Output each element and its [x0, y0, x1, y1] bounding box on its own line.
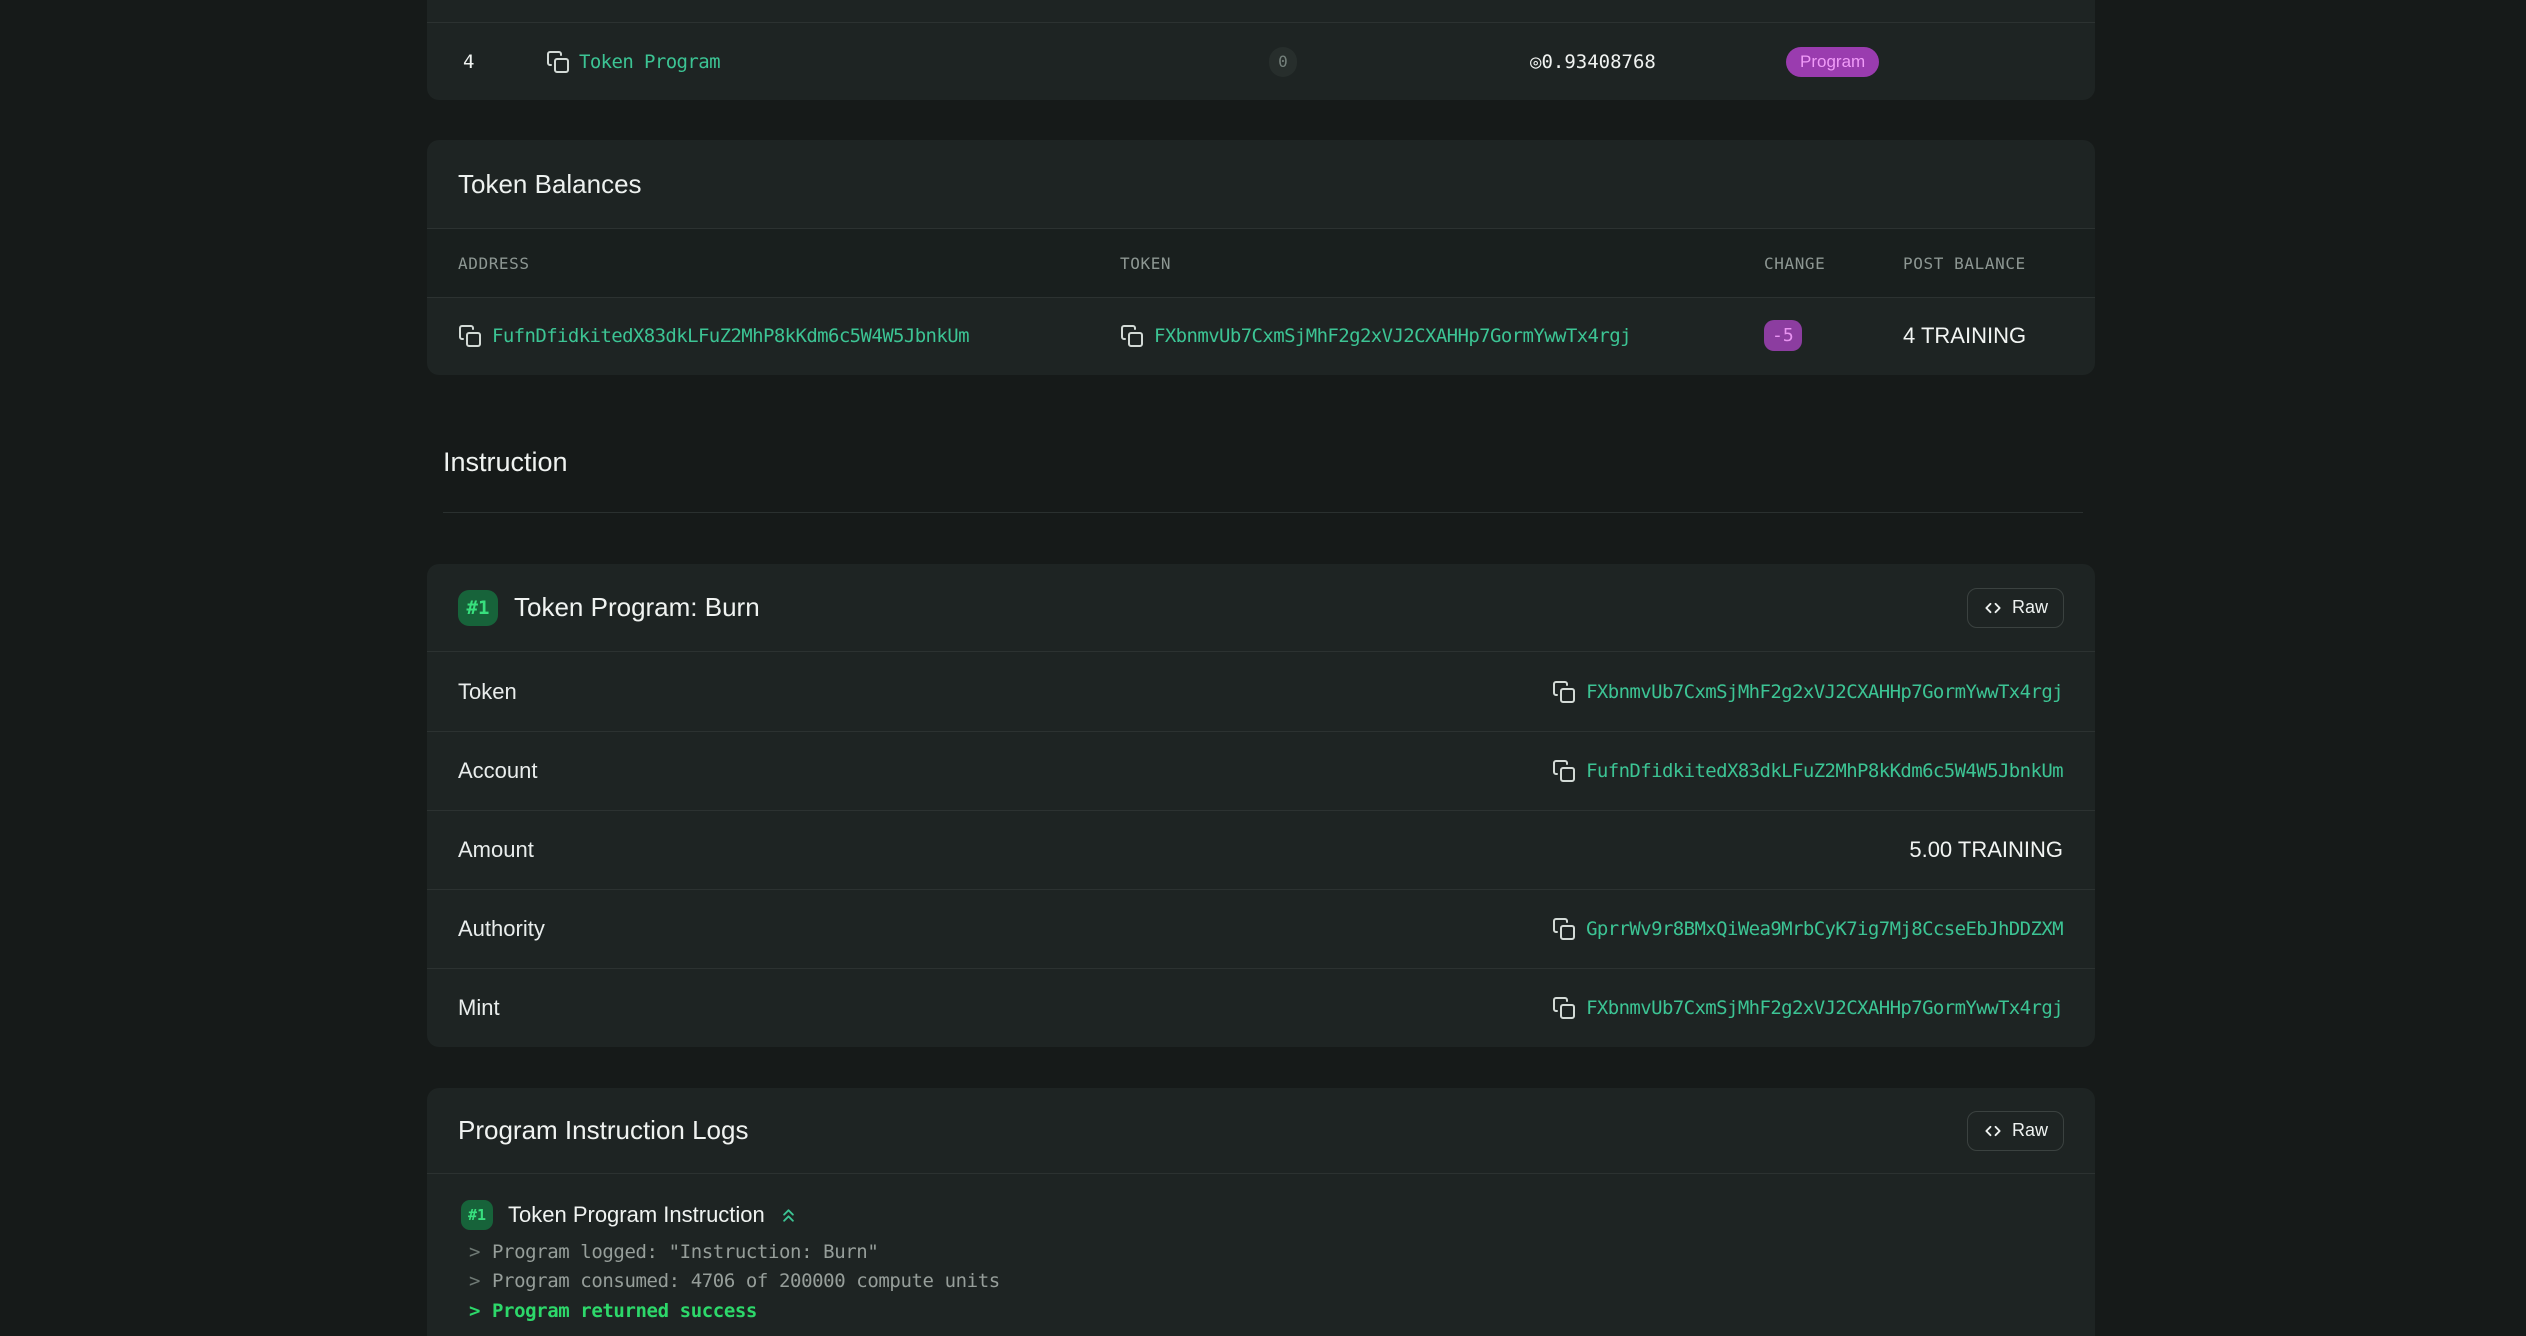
chevrons-up-icon[interactable] — [778, 1205, 799, 1226]
row-label: Account — [458, 758, 538, 783]
raw-toggle-button[interactable]: Raw — [1966, 587, 2064, 628]
program-instruction-logs-card: Program Instruction Logs Raw #1 Token Pr… — [427, 1088, 2095, 1336]
column-header-post-balance: POST BALANCE — [1903, 253, 2026, 273]
token-balances-header: Token Balances — [427, 140, 2095, 228]
section-title: Program Instruction Logs — [458, 1115, 749, 1145]
row-label: Token — [458, 678, 517, 704]
log-text: Program logged: "Instruction: Burn" — [492, 1241, 879, 1263]
row-label: Mint — [458, 995, 500, 1020]
copy-icon[interactable] — [1552, 680, 1576, 704]
log-prefix: > — [469, 1270, 481, 1293]
log-lines: > Program logged: "Instruction: Burn" > … — [469, 1238, 2064, 1326]
raw-button-label: Raw — [2011, 597, 2048, 617]
amount-value: 5.00 TRAINING — [1909, 837, 2063, 862]
log-entry-header[interactable]: #1 Token Program Instruction — [461, 1200, 799, 1230]
log-line: > Program logged: "Instruction: Burn" — [469, 1238, 2064, 1267]
instruction-row-account: Account FufnDfidkitedX83dkLFuZ2MhP8kKdm6… — [427, 731, 2095, 810]
raw-toggle-button[interactable]: Raw — [1966, 1110, 2064, 1151]
log-line: > Program returned success — [469, 1297, 2064, 1326]
token-link[interactable]: FXbnmvUb7CxmSjMhF2g2xVJ2CXAHHp7GormYwwTx… — [1154, 325, 1632, 347]
instruction-index-badge: #1 — [458, 589, 498, 626]
code-icon — [1983, 1121, 2003, 1141]
column-header-change: CHANGE — [1764, 253, 1826, 273]
instruction-row-amount: Amount 5.00 TRAINING — [427, 810, 2095, 889]
copy-icon[interactable] — [458, 324, 482, 348]
instruction-row-authority: Authority GprrWv9r8BMxQiWea9MrbCyK7ig7Mj… — [427, 889, 2095, 968]
token-balances-card: Token Balances ADDRESS TOKEN CHANGE POST… — [427, 140, 2095, 375]
log-prefix: > — [469, 1241, 481, 1263]
instruction-row-token: Token FXbnmvUb7CxmSjMhF2g2xVJ2CXAHHp7Gor… — [427, 652, 2095, 731]
page-section-title: Instruction — [443, 447, 568, 477]
log-prefix: > — [469, 1299, 481, 1322]
column-header-address: ADDRESS — [458, 253, 530, 273]
column-header-token: TOKEN — [1120, 253, 1172, 273]
copy-icon[interactable] — [1552, 996, 1576, 1020]
program-type-badge: Program — [1786, 46, 1880, 77]
instruction-index-badge: #1 — [461, 1200, 493, 1230]
address-link[interactable]: FufnDfidkitedX83dkLFuZ2MhP8kKdm6c5W4W5Jb… — [492, 325, 970, 347]
log-text: Program consumed: 4706 of 200000 compute… — [492, 1270, 1000, 1293]
address-link[interactable]: FufnDfidkitedX83dkLFuZ2MhP8kKdm6c5W4W5Jb… — [1586, 760, 2064, 782]
raw-button-label: Raw — [2011, 1120, 2048, 1140]
row-label: Authority — [458, 916, 545, 941]
transaction-detail-page: 4 Token Program 0 ◎0.93408768 Program To… — [0, 0, 2526, 1336]
change-cell: -5 — [1764, 320, 1903, 351]
address-cell: FufnDfidkitedX83dkLFuZ2MhP8kKdm6c5W4W5Jb… — [458, 324, 1120, 348]
address-link[interactable]: GprrWv9r8BMxQiWea9MrbCyK7ig7Mj8CcseEbJhD… — [1586, 918, 2064, 940]
log-entry-title: Token Program Instruction — [508, 1202, 765, 1227]
change-badge: -5 — [1764, 320, 1802, 351]
invocations-badge: 0 — [1269, 46, 1297, 77]
transactions-table-card: 4 Token Program 0 ◎0.93408768 Program — [427, 0, 2095, 100]
program-cell: Token Program — [546, 50, 721, 74]
copy-icon[interactable] — [1552, 759, 1576, 783]
log-text: Program returned success — [492, 1299, 757, 1322]
table-row[interactable]: 4 Token Program 0 ◎0.93408768 Program — [427, 22, 2095, 100]
address-link[interactable]: FXbnmvUb7CxmSjMhF2g2xVJ2CXAHHp7GormYwwTx… — [1586, 681, 2064, 703]
row-index: 4 — [463, 50, 475, 73]
table-header-row: ADDRESS TOKEN CHANGE POST BALANCE — [427, 228, 2095, 298]
logs-card-header: Program Instruction Logs Raw — [427, 1088, 2095, 1174]
section-title: Token Balances — [458, 168, 642, 199]
address-link[interactable]: FXbnmvUb7CxmSjMhF2g2xVJ2CXAHHp7GormYwwTx… — [1586, 997, 2064, 1019]
copy-icon[interactable] — [1120, 324, 1144, 348]
instruction-row-mint: Mint FXbnmvUb7CxmSjMhF2g2xVJ2CXAHHp7Gorm… — [427, 968, 2095, 1047]
instruction-card-header: #1 Token Program: Burn Raw — [427, 564, 2095, 652]
instruction-section-heading: Instruction — [443, 446, 2083, 513]
log-line: > Program consumed: 4706 of 200000 compu… — [469, 1267, 2064, 1296]
code-icon — [1983, 598, 2003, 618]
sol-fee-value: ◎0.93408768 — [1530, 50, 1656, 73]
heading-rule — [443, 512, 2083, 513]
copy-icon[interactable] — [1552, 917, 1576, 941]
copy-icon[interactable] — [546, 50, 570, 74]
token-cell: FXbnmvUb7CxmSjMhF2g2xVJ2CXAHHp7GormYwwTx… — [1120, 324, 1764, 348]
instruction-title: Token Program: Burn — [514, 592, 760, 622]
instruction-card: #1 Token Program: Burn Raw Token FXbnmvU… — [427, 564, 2095, 1047]
table-row: FufnDfidkitedX83dkLFuZ2MhP8kKdm6c5W4W5Jb… — [427, 298, 2095, 373]
row-label: Amount — [458, 837, 534, 862]
post-balance-value: 4 TRAINING — [1903, 322, 2027, 348]
program-link[interactable]: Token Program — [579, 51, 721, 73]
